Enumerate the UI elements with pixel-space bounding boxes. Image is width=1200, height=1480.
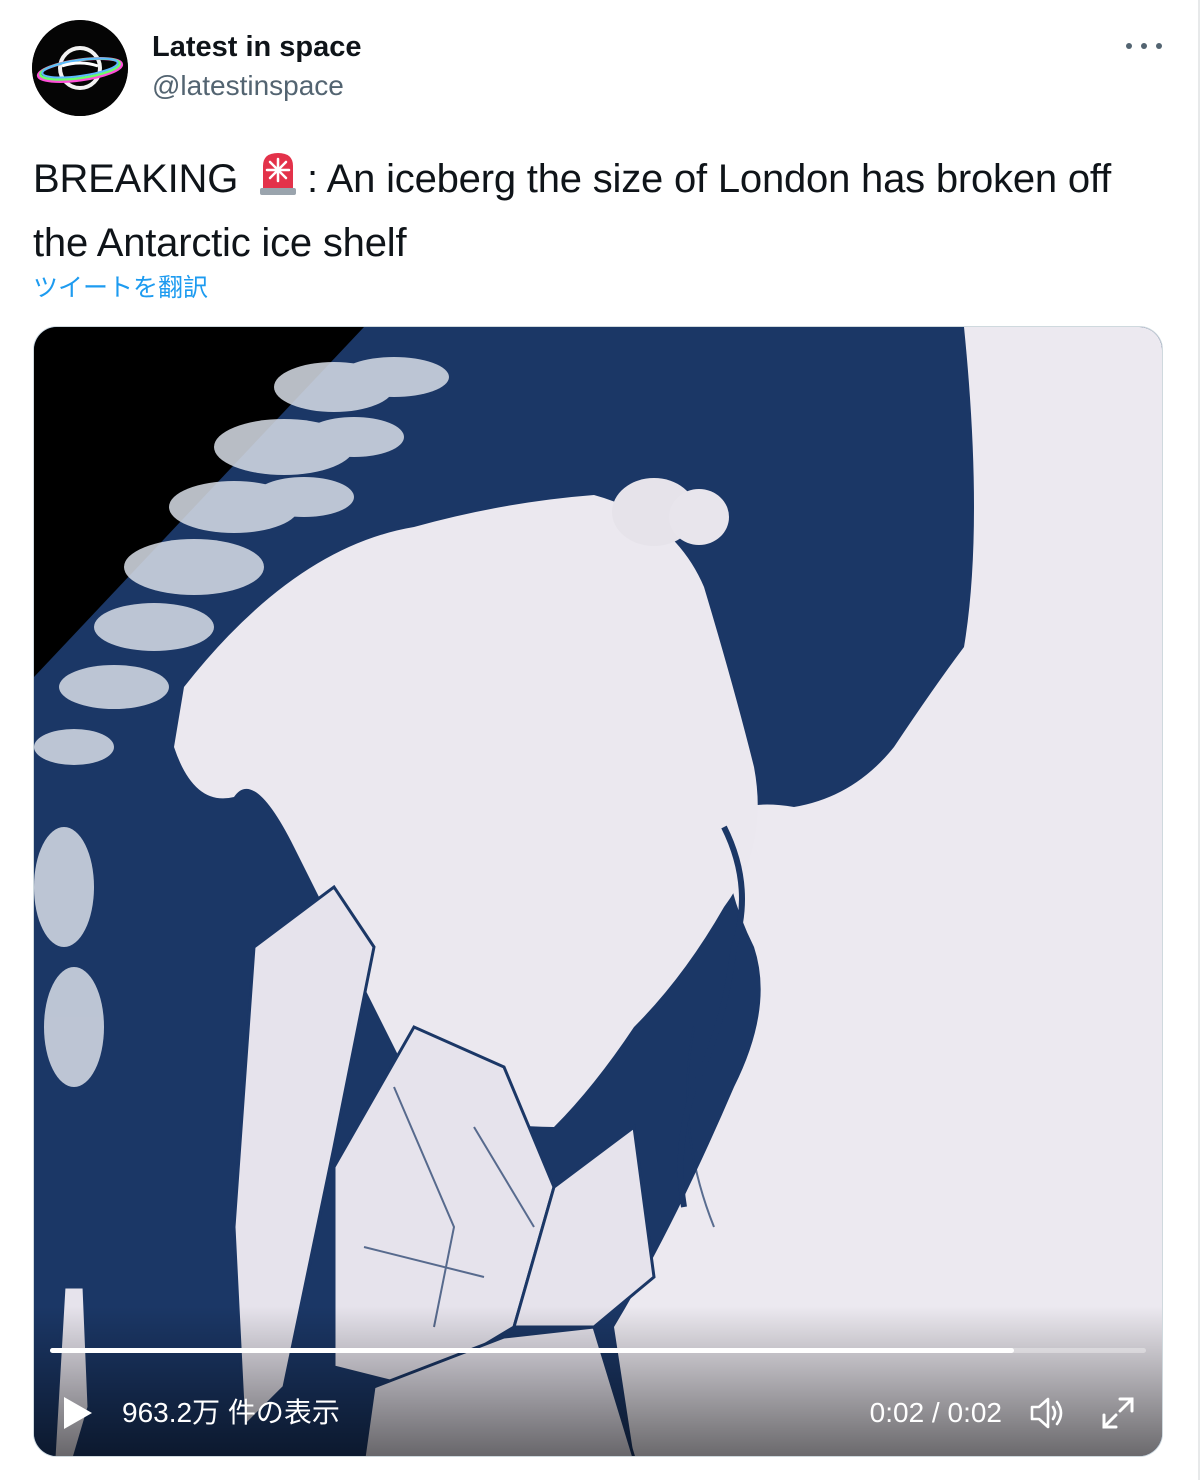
video-time: 0:02 / 0:02	[869, 1397, 1002, 1428]
author-avatar[interactable]	[32, 20, 128, 116]
more-dot	[1141, 43, 1147, 49]
tweet-header: Latest in space @latestinspace	[32, 20, 1168, 120]
video-view-count: 963.2万 件の表示	[122, 1397, 340, 1428]
fullscreen-icon[interactable]	[1098, 1393, 1138, 1433]
volume-icon[interactable]	[1028, 1395, 1068, 1431]
tweet-text: BREAKING : An iceberg the size of London…	[33, 148, 1173, 272]
more-options-icon[interactable]	[1126, 34, 1162, 58]
more-dot	[1126, 43, 1132, 49]
author-names: Latest in space @latestinspace	[152, 30, 362, 106]
author-handle[interactable]: @latestinspace	[152, 66, 362, 106]
video-progress-fill	[50, 1348, 1015, 1353]
play-icon[interactable]	[60, 1395, 94, 1431]
tweet-page: Latest in space @latestinspace BREAKING …	[0, 0, 1200, 1480]
video-progress-bar[interactable]	[50, 1348, 1146, 1353]
rotating-light-siren-icon	[253, 148, 303, 214]
translate-tweet-link[interactable]: ツイートを翻訳	[33, 268, 208, 304]
satellite-image	[34, 327, 1162, 1456]
video-player[interactable]: 963.2万 件の表示 0:02 / 0:02	[33, 326, 1163, 1457]
author-display-name[interactable]: Latest in space	[152, 30, 362, 64]
video-controls: 963.2万 件の表示 0:02 / 0:02	[34, 1387, 1162, 1437]
tweet-text-before: BREAKING	[33, 157, 250, 201]
more-dot	[1156, 43, 1162, 49]
saturn-logo-icon	[32, 20, 128, 116]
